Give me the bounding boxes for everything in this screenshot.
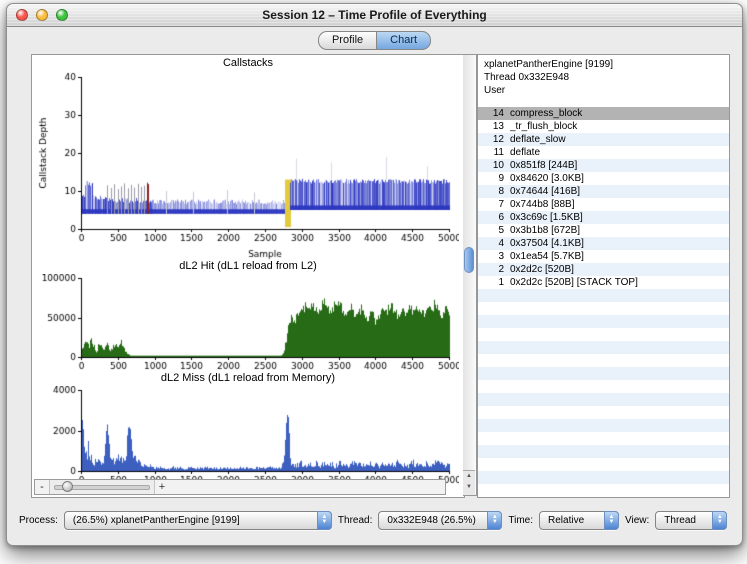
callstack-row-depth: 14 [478, 107, 510, 120]
callstack-row-symbol: deflate [510, 146, 729, 159]
process-name-text: xplanetPantherEngine [9199] [484, 58, 723, 71]
callstack-list: 14compress_block13_tr_flush_block12defla… [478, 107, 729, 497]
view-label: View: [625, 515, 649, 526]
callstack-row[interactable]: 13_tr_flush_block [478, 120, 729, 133]
callstack-row-symbol: 0x74644 [416B] [510, 185, 729, 198]
zoom-in-button[interactable]: + [155, 481, 169, 493]
process-label: Process: [19, 515, 58, 526]
callstack-row[interactable]: 90x84620 [3.0KB] [478, 172, 729, 185]
callstack-row[interactable]: 70x744b8 [88B] [478, 198, 729, 211]
tab-profile[interactable]: Profile [318, 31, 376, 50]
charts-pane: Callstacks dL2 Hit (dL1 reload from L2) … [31, 54, 465, 498]
dl2-hit-chart-title: dL2 Hit (dL1 reload from L2) [32, 260, 464, 272]
view-popup[interactable]: Thread ▲▼ [655, 511, 727, 530]
callstack-row-depth: 9 [478, 172, 510, 185]
callstack-row-symbol: 0x744b8 [88B] [510, 198, 729, 211]
callstack-row-depth: 8 [478, 185, 510, 198]
callstacks-chart[interactable] [35, 71, 459, 261]
callstack-row[interactable]: 10x2d2c [520B] [STACK TOP] [478, 276, 729, 289]
callstack-row[interactable]: 60x3c69c [1.5KB] [478, 211, 729, 224]
thread-label: Thread: [338, 515, 372, 526]
callstack-row[interactable]: 50x3b1b8 [672B] [478, 224, 729, 237]
charts-vertical-scrollbar[interactable]: ▲▼ [463, 54, 477, 496]
scrollbar-arrows[interactable]: ▲▼ [463, 470, 475, 495]
title-bar: Session 12 – Time Profile of Everything [7, 4, 742, 27]
popup-arrows-icon: ▲▼ [487, 511, 502, 530]
window-title: Session 12 – Time Profile of Everything [7, 8, 742, 22]
callstack-row-depth: 6 [478, 211, 510, 224]
zoom-out-button[interactable]: - [35, 481, 49, 493]
callstacks-chart-title: Callstacks [32, 57, 464, 69]
callstack-row-symbol: 0x3b1b8 [672B] [510, 224, 729, 237]
callstack-row-symbol: _tr_flush_block [510, 120, 729, 133]
time-label: Time: [508, 515, 533, 526]
process-popup[interactable]: (26.5%) xplanetPantherEngine [9199] ▲▼ [64, 511, 332, 530]
callstack-row-symbol: 0x2d2c [520B] [STACK TOP] [510, 276, 729, 289]
callstack-row[interactable]: 80x74644 [416B] [478, 185, 729, 198]
mode-text: User [484, 84, 723, 97]
callstack-row[interactable]: 14compress_block [478, 107, 729, 120]
popup-arrows-icon: ▲▼ [712, 511, 727, 530]
callstack-row-symbol: deflate_slow [510, 133, 729, 146]
popup-arrows-icon: ▲▼ [604, 511, 619, 530]
callstack-row-depth: 10 [478, 159, 510, 172]
callstack-row[interactable]: 20x2d2c [520B] [478, 263, 729, 276]
dl2-hit-chart[interactable] [35, 274, 459, 373]
callstack-row-depth: 7 [478, 198, 510, 211]
callstack-row-symbol: compress_block [510, 107, 729, 120]
callstack-row-symbol: 0x2d2c [520B] [510, 263, 729, 276]
callstack-row-depth: 5 [478, 224, 510, 237]
callstack-row[interactable]: 12deflate_slow [478, 133, 729, 146]
thread-popup[interactable]: 0x332E948 (26.5%) ▲▼ [378, 511, 502, 530]
callstack-row-depth: 4 [478, 237, 510, 250]
callstack-row-symbol: 0x1ea54 [5.7KB] [510, 250, 729, 263]
callstack-row-depth: 2 [478, 263, 510, 276]
tab-bar: Profile Chart [7, 30, 742, 52]
zoom-bar: - + [34, 479, 446, 495]
dl2-miss-chart-title: dL2 Miss (dL1 reload from Memory) [32, 372, 464, 384]
time-popup[interactable]: Relative ▲▼ [539, 511, 619, 530]
tab-chart[interactable]: Chart [376, 31, 431, 50]
bottom-control-bar: Process: (26.5%) xplanetPantherEngine [9… [7, 501, 742, 545]
dl2-miss-chart[interactable] [35, 386, 459, 487]
callstack-row-depth: 1 [478, 276, 510, 289]
callstack-panel: xplanetPantherEngine [9199] Thread 0x332… [477, 54, 730, 498]
callstack-row-depth: 11 [478, 146, 510, 159]
callstack-row-symbol: 0x851f8 [244B] [510, 159, 729, 172]
scrollbar-thumb[interactable] [464, 247, 474, 273]
zoom-slider-thumb[interactable] [62, 481, 73, 492]
popup-arrows-icon: ▲▼ [317, 511, 332, 530]
app-window: Session 12 – Time Profile of Everything … [6, 3, 743, 546]
zoom-slider[interactable] [49, 480, 155, 494]
callstack-row-depth: 3 [478, 250, 510, 263]
callstack-row-symbol: 0x3c69c [1.5KB] [510, 211, 729, 224]
callstack-panel-header: xplanetPantherEngine [9199] Thread 0x332… [478, 55, 729, 97]
thread-id-text: Thread 0x332E948 [484, 71, 723, 84]
callstack-row[interactable]: 100x851f8 [244B] [478, 159, 729, 172]
callstack-row-symbol: 0x84620 [3.0KB] [510, 172, 729, 185]
callstack-row-depth: 13 [478, 120, 510, 133]
callstack-row[interactable]: 40x37504 [4.1KB] [478, 237, 729, 250]
callstack-row-depth: 12 [478, 133, 510, 146]
callstack-row[interactable]: 11deflate [478, 146, 729, 159]
callstack-row[interactable]: 30x1ea54 [5.7KB] [478, 250, 729, 263]
callstack-row-symbol: 0x37504 [4.1KB] [510, 237, 729, 250]
